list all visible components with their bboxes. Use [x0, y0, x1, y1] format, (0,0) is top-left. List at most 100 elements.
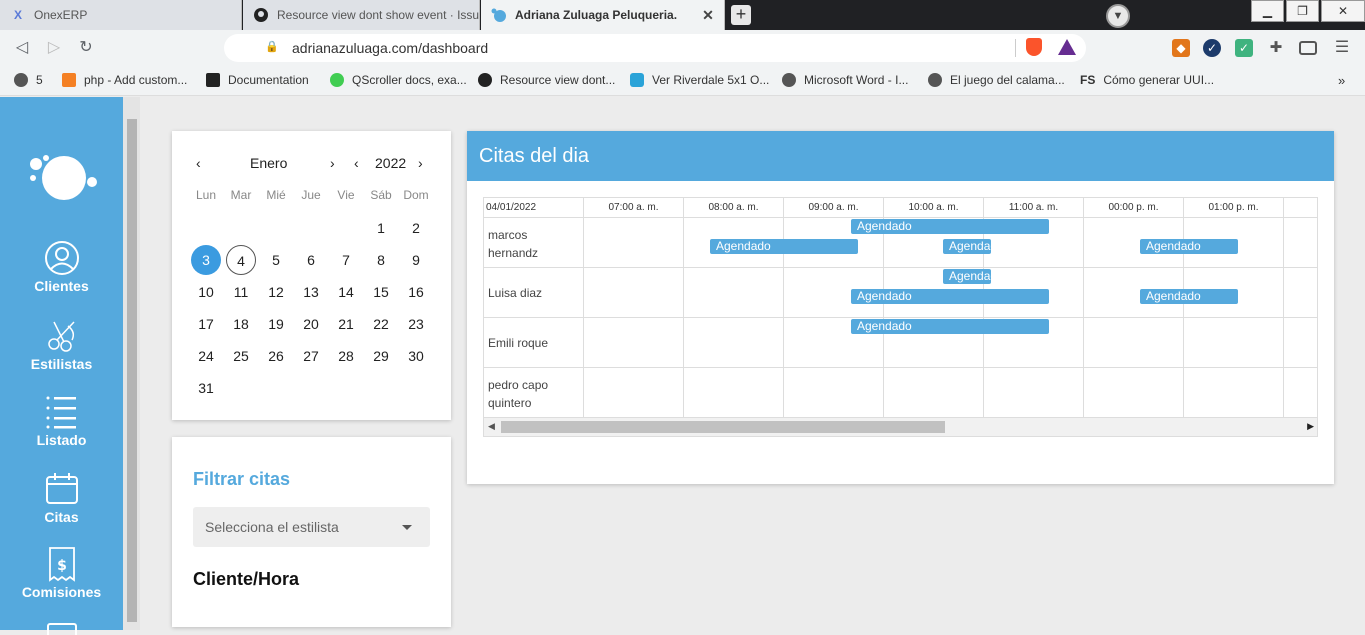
window-close-button[interactable]: ✕ — [1321, 0, 1365, 22]
new-tab-button[interactable]: + — [731, 5, 751, 25]
timeline-slot[interactable] — [984, 368, 1084, 418]
calendar-day[interactable]: 14 — [331, 277, 361, 307]
month-label[interactable]: Enero — [250, 155, 287, 171]
calendar-day[interactable]: 28 — [331, 341, 361, 371]
minimize-button[interactable]: ▁ — [1251, 0, 1284, 22]
prev-month-icon[interactable]: ‹ — [196, 155, 201, 171]
timeline-slot[interactable] — [584, 368, 684, 418]
more-nav-icon[interactable] — [47, 623, 77, 635]
calendar-day[interactable]: 6 — [296, 245, 326, 275]
calendar-day[interactable]: 4 — [226, 245, 256, 275]
calendar-day[interactable]: 11 — [226, 277, 256, 307]
calendar-day[interactable]: 9 — [401, 245, 431, 275]
calendar-day[interactable]: 27 — [296, 341, 326, 371]
timeline-slot[interactable] — [684, 368, 784, 418]
bookmark-item[interactable]: El juego del calama... — [928, 73, 1065, 87]
calendar-day[interactable]: 29 — [366, 341, 396, 371]
calendar-day[interactable]: 13 — [296, 277, 326, 307]
appointment-event[interactable]: Agendado — [1140, 239, 1238, 254]
timeline-slot[interactable] — [1284, 218, 1317, 268]
calendar-day[interactable]: 30 — [401, 341, 431, 371]
check-extension-icon[interactable]: ✓ — [1203, 39, 1221, 57]
timeline-slot[interactable] — [1084, 318, 1184, 368]
calendar-day[interactable]: 18 — [226, 309, 256, 339]
year-label[interactable]: 2022 — [375, 155, 406, 171]
calendar-day[interactable]: 19 — [261, 309, 291, 339]
appointment-event[interactable]: Agendado — [943, 239, 991, 254]
calendar-day[interactable]: 24 — [191, 341, 221, 371]
calendar-day[interactable]: 2 — [401, 213, 431, 243]
calendar-day[interactable]: 25 — [226, 341, 256, 371]
timeline-horizontal-scrollbar[interactable]: ◀ ▶ — [484, 418, 1317, 436]
more-bookmarks-icon[interactable]: » — [1338, 73, 1345, 88]
bookmark-item[interactable]: 5 — [14, 73, 43, 87]
bookmark-item[interactable]: Documentation — [206, 73, 309, 87]
sidebar-item-clientes[interactable]: Clientes — [0, 240, 123, 294]
calendar-day[interactable]: 1 — [366, 213, 396, 243]
back-icon[interactable]: ◁ — [12, 38, 32, 58]
bookmark-item[interactable]: Ver Riverdale 5x1 O... — [630, 73, 769, 87]
metamask-icon[interactable]: ◆ — [1172, 39, 1190, 57]
calendar-day[interactable]: 5 — [261, 245, 291, 275]
appointment-event[interactable]: Agendado — [710, 239, 858, 254]
browser-tab-active[interactable]: Adriana Zuluaga Peluqueria. ✕ — [481, 0, 725, 30]
calendar-day[interactable]: 16 — [401, 277, 431, 307]
timeline-slot[interactable] — [784, 368, 884, 418]
timeline-slot[interactable] — [684, 318, 784, 368]
bookmark-item[interactable]: Resource view dont... — [478, 73, 615, 87]
timeline-slot[interactable] — [1284, 318, 1317, 368]
calendar-day[interactable]: 10 — [191, 277, 221, 307]
calendar-day[interactable]: 12 — [261, 277, 291, 307]
scroll-right-icon[interactable]: ▶ — [1307, 421, 1314, 432]
browser-tab-github-issue[interactable]: Resource view dont show event · Issue — [243, 0, 480, 30]
scroll-left-icon[interactable]: ◀ — [488, 421, 495, 432]
next-year-icon[interactable]: › — [418, 155, 423, 171]
page-scrollbar-thumb[interactable] — [127, 119, 137, 622]
sidebar-item-citas[interactable]: Citas — [0, 471, 123, 525]
bookmark-item[interactable]: QScroller docs, exa... — [330, 73, 467, 87]
timeline-slot[interactable] — [584, 218, 684, 268]
calendar-day[interactable]: 8 — [366, 245, 396, 275]
calendar-day[interactable]: 22 — [366, 309, 396, 339]
timeline-slot[interactable] — [584, 268, 684, 318]
appointment-event[interactable]: Agendado — [851, 219, 1049, 234]
profile-icon[interactable]: ▼ — [1106, 4, 1130, 28]
appointment-event[interactable]: Agendado — [1140, 289, 1238, 304]
close-icon[interactable]: ✕ — [698, 7, 718, 24]
bookmark-item[interactable]: Microsoft Word - I... — [782, 73, 908, 87]
bookmark-item[interactable]: FS Cómo generar UUI... — [1080, 73, 1214, 87]
calendar-day[interactable]: 31 — [191, 373, 221, 403]
calendar-day[interactable]: 21 — [331, 309, 361, 339]
timeline-slot[interactable] — [1084, 368, 1184, 418]
timeline-slot[interactable] — [584, 318, 684, 368]
wallet-icon[interactable] — [1299, 41, 1317, 55]
checkmark-extension-icon[interactable]: ✓ — [1235, 39, 1253, 57]
timeline-slot[interactable] — [1184, 368, 1284, 418]
address-bar[interactable]: 🔒 adrianazuluaga.com/dashboard — [224, 34, 1086, 62]
stylist-select[interactable]: Selecciona el estilista — [193, 507, 430, 547]
appointment-event[interactable]: Agendado — [851, 319, 1049, 334]
appointment-event[interactable]: Agendado — [943, 269, 991, 284]
timeline-slot[interactable] — [1284, 368, 1317, 418]
appointment-event[interactable]: Agendado — [851, 289, 1049, 304]
menu-icon[interactable]: ☰ — [1333, 39, 1351, 57]
calendar-day[interactable]: 23 — [401, 309, 431, 339]
timeline-slot[interactable] — [1284, 268, 1317, 318]
sidebar-item-listado[interactable]: Listado — [0, 394, 123, 448]
calendar-day[interactable]: 3 — [191, 245, 221, 275]
timeline-scrollbar-thumb[interactable] — [501, 421, 945, 433]
brave-rewards-icon[interactable] — [1058, 39, 1076, 55]
calendar-day[interactable]: 26 — [261, 341, 291, 371]
maximize-button[interactable]: ❐ — [1286, 0, 1319, 22]
next-month-icon[interactable]: › — [330, 155, 335, 171]
calendar-day[interactable]: 15 — [366, 277, 396, 307]
timeline-slot[interactable] — [884, 368, 984, 418]
timeline-slot[interactable] — [1184, 318, 1284, 368]
prev-year-icon[interactable]: ‹ — [354, 155, 359, 171]
timeline-slot[interactable] — [684, 268, 784, 318]
sidebar-item-estilistas[interactable]: Estilistas — [0, 318, 123, 372]
bookmark-item[interactable]: php - Add custom... — [62, 73, 187, 87]
reload-icon[interactable]: ↻ — [76, 38, 96, 58]
puzzle-icon[interactable]: ✚ — [1267, 39, 1285, 57]
forward-icon[interactable]: ▷ — [44, 38, 64, 58]
